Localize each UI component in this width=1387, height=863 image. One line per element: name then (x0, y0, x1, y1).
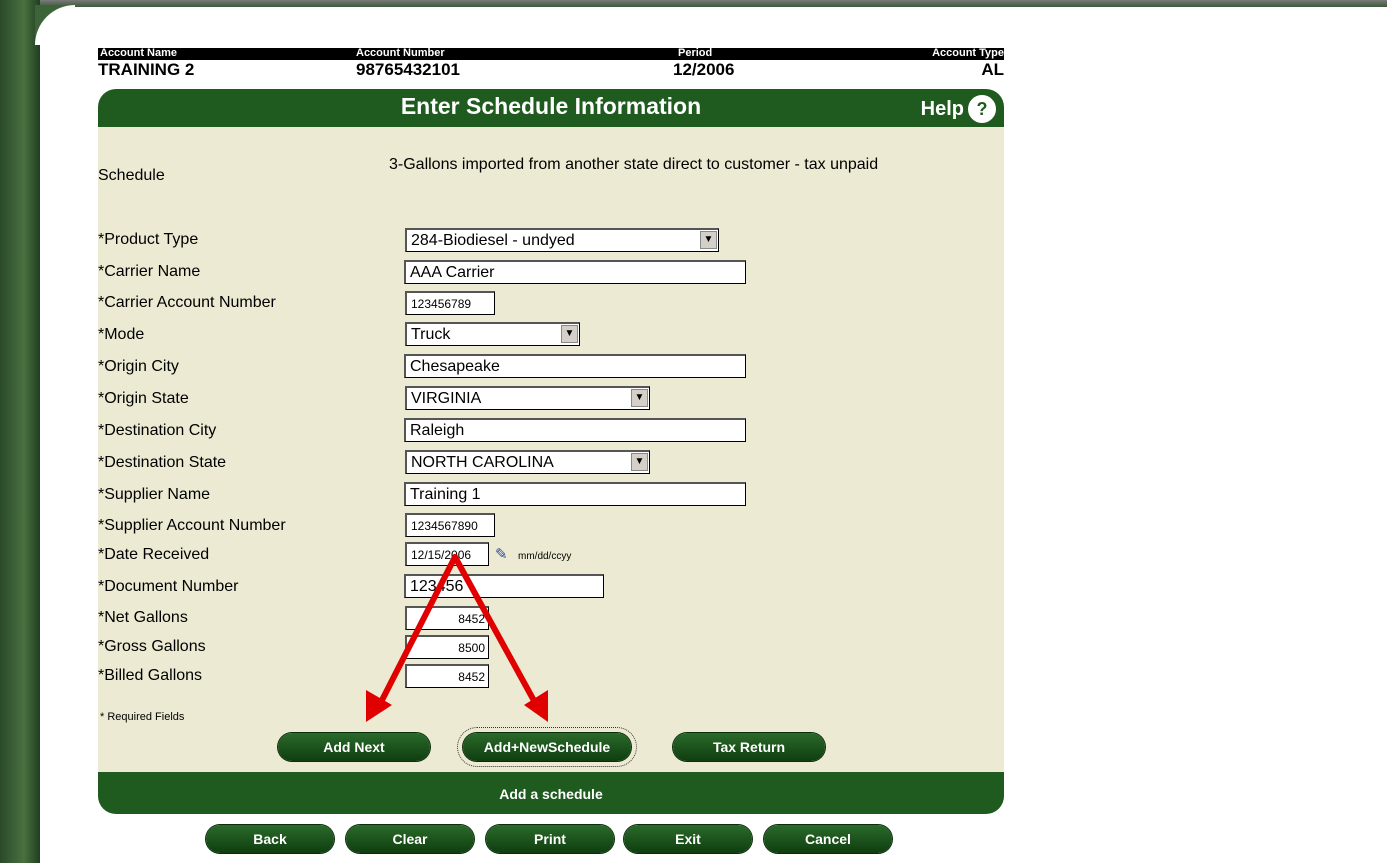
chevron-down-icon[interactable]: ▼ (700, 231, 717, 249)
help-label: Help (920, 97, 964, 120)
mode-label: *Mode (98, 326, 145, 343)
origin-city-label: *Origin City (98, 358, 179, 375)
clear-button[interactable]: Clear (346, 825, 474, 853)
billed-gallons-input[interactable]: 8452 (405, 664, 489, 688)
calendar-icon[interactable]: ✎ (495, 545, 508, 563)
supplier-name-label: *Supplier Name (98, 486, 211, 503)
carrier-account-input[interactable]: 123456789 (405, 291, 495, 315)
account-type-label: Account Type (932, 47, 1004, 59)
account-header-values: TRAINING 2 98765432101 12/2006 AL (98, 60, 1004, 80)
carrier-name-label: *Carrier Name (98, 263, 201, 280)
help-icon[interactable]: ? (968, 95, 996, 123)
chevron-down-icon[interactable]: ▼ (631, 453, 648, 471)
mode-value: Truck (411, 326, 451, 343)
exit-button[interactable]: Exit (624, 825, 752, 853)
billed-gallons-label: *Billed Gallons (98, 667, 203, 684)
gross-gallons-input[interactable]: 8500 (405, 635, 489, 659)
destination-state-label: *Destination State (98, 454, 227, 471)
mode-select[interactable]: Truck ▼ (405, 322, 580, 346)
origin-state-label: *Origin State (98, 390, 189, 407)
back-button[interactable]: Back (206, 825, 334, 853)
origin-state-value: VIRGINIA (411, 390, 482, 407)
carrier-name-input[interactable]: AAA Carrier (404, 260, 746, 284)
net-gallons-label: *Net Gallons (98, 609, 188, 626)
required-fields-note: * Required Fields (100, 711, 185, 723)
status-footer: Add a schedule (98, 772, 1004, 814)
account-header-labels: Account Name Account Number Period Accou… (98, 47, 1004, 60)
date-received-input[interactable]: 12/15/2006 (405, 542, 489, 566)
schedule-label: Schedule (98, 167, 165, 184)
date-format-hint: mm/dd/ccyy (518, 551, 572, 562)
destination-city-input[interactable]: Raleigh (404, 418, 746, 442)
supplier-account-input[interactable]: 1234567890 (405, 513, 495, 537)
account-number-value: 98765432101 (356, 60, 461, 79)
supplier-name-input[interactable]: Training 1 (404, 482, 746, 506)
destination-state-select[interactable]: NORTH CAROLINA ▼ (405, 450, 650, 474)
supplier-account-label: *Supplier Account Number (98, 517, 286, 534)
origin-city-input[interactable]: Chesapeake (404, 354, 746, 378)
account-name-value: TRAINING 2 (98, 60, 195, 79)
net-gallons-input[interactable]: 8452 (405, 606, 489, 630)
carrier-account-label: *Carrier Account Number (98, 294, 276, 311)
tax-return-button[interactable]: Tax Return (673, 733, 825, 761)
origin-state-select[interactable]: VIRGINIA ▼ (405, 386, 650, 410)
account-type-value: AL (981, 60, 1004, 79)
document-number-input[interactable]: 123456 (404, 574, 604, 598)
add-new-schedule-button[interactable]: Add+NewSchedule (457, 727, 637, 767)
schedule-form: Schedule 3-Gallons imported from another… (98, 127, 1004, 772)
product-type-value: 284-Biodiesel - undyed (411, 232, 575, 249)
date-received-label: *Date Received (98, 546, 210, 563)
chevron-down-icon[interactable]: ▼ (561, 325, 578, 343)
print-button[interactable]: Print (486, 825, 614, 853)
gross-gallons-label: *Gross Gallons (98, 638, 206, 655)
product-type-select[interactable]: 284-Biodiesel - undyed ▼ (405, 228, 719, 252)
account-name-label: Account Name (100, 47, 178, 59)
title-bar: Enter Schedule Information Help ? (98, 89, 1004, 127)
account-number-label: Account Number (356, 47, 445, 59)
destination-city-label: *Destination City (98, 422, 217, 439)
help-link[interactable]: Help ? (921, 95, 996, 123)
product-type-label: *Product Type (98, 231, 199, 248)
add-next-button[interactable]: Add Next (278, 733, 430, 761)
document-number-label: *Document Number (98, 578, 239, 595)
left-frame-border (0, 0, 40, 863)
page-title: Enter Schedule Information (400, 93, 702, 119)
period-value: 12/2006 (673, 60, 735, 79)
destination-state-value: NORTH CAROLINA (411, 454, 554, 471)
schedule-value: 3-Gallons imported from another state di… (389, 156, 879, 173)
chevron-down-icon[interactable]: ▼ (631, 389, 648, 407)
window-top-border (0, 0, 1387, 7)
period-label: Period (678, 47, 713, 59)
cancel-button[interactable]: Cancel (764, 825, 892, 853)
